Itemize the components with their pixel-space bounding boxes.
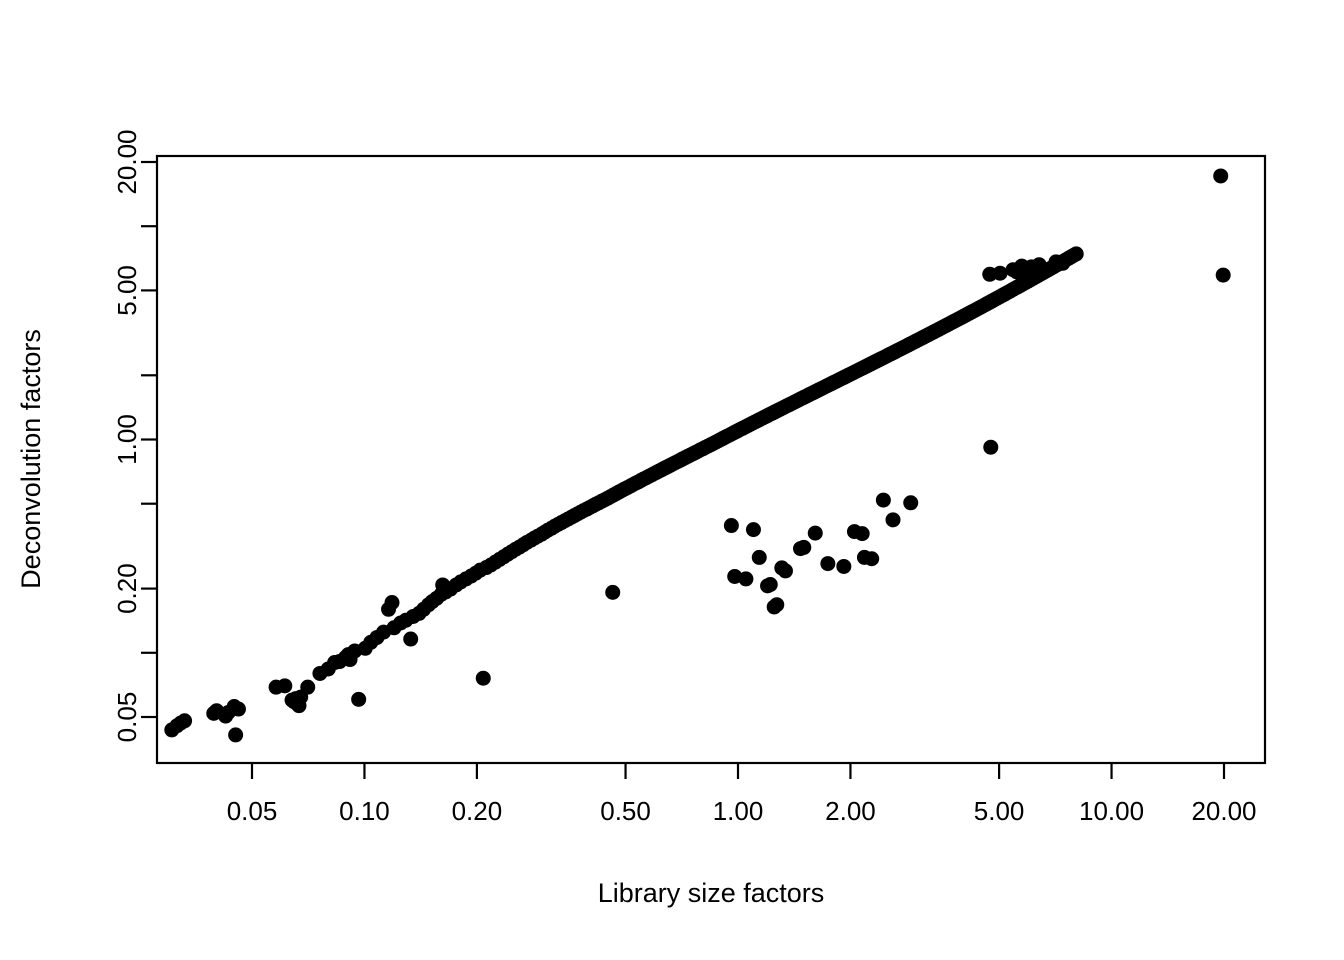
x-tick-label: 0.10 bbox=[339, 796, 390, 826]
data-point bbox=[983, 439, 999, 455]
data-point bbox=[605, 584, 621, 600]
data-point bbox=[751, 549, 767, 565]
data-point bbox=[723, 518, 739, 534]
plot-canvas: 0.05 0.10 0.20 0.50 1.00 2.00 5.00 10.00 20.00 0… bbox=[0, 0, 1344, 960]
data-point bbox=[351, 691, 367, 707]
data-point bbox=[1215, 267, 1231, 283]
y-tick-label: 20.00 bbox=[112, 129, 142, 194]
data-point bbox=[885, 512, 901, 528]
data-point bbox=[475, 670, 491, 686]
data-point bbox=[403, 631, 419, 647]
data-point bbox=[228, 727, 244, 743]
data-point bbox=[854, 526, 870, 542]
y-tick-label: 1.00 bbox=[112, 414, 142, 465]
y-axis-title: Deconvolution factors bbox=[16, 329, 46, 589]
data-point bbox=[903, 495, 919, 511]
x-tick-label: 1.00 bbox=[713, 796, 764, 826]
y-tick-label: 0.05 bbox=[112, 692, 142, 743]
data-point bbox=[836, 558, 852, 574]
x-tick-label: 5.00 bbox=[974, 796, 1025, 826]
data-point bbox=[777, 563, 793, 579]
x-axis-title: Library size factors bbox=[598, 878, 825, 908]
data-point bbox=[762, 577, 778, 593]
data-point bbox=[796, 539, 812, 555]
x-tick-label: 0.50 bbox=[600, 796, 651, 826]
y-tick-label: 5.00 bbox=[112, 265, 142, 316]
data-point bbox=[745, 522, 761, 538]
data-point bbox=[384, 595, 400, 611]
data-point bbox=[230, 701, 246, 717]
data-point bbox=[738, 571, 754, 587]
data-point bbox=[807, 525, 823, 541]
scatter-plot-figure: 0.05 0.10 0.20 0.50 1.00 2.00 5.00 10.00 20.00 0… bbox=[0, 0, 1344, 960]
x-tick-label: 10.00 bbox=[1079, 796, 1144, 826]
data-point bbox=[1068, 246, 1084, 262]
data-point bbox=[1213, 168, 1229, 184]
data-point bbox=[992, 265, 1008, 281]
x-tick-label: 0.20 bbox=[452, 796, 503, 826]
data-point bbox=[177, 713, 193, 729]
x-tick-label: 20.00 bbox=[1191, 796, 1256, 826]
x-axis-tick-labels: 0.05 0.10 0.20 0.50 1.00 2.00 5.00 10.00 20.00 bbox=[227, 796, 1257, 826]
data-point bbox=[1055, 255, 1071, 271]
x-tick-label: 0.05 bbox=[227, 796, 278, 826]
data-point bbox=[820, 556, 836, 572]
data-point bbox=[875, 492, 891, 508]
data-point bbox=[300, 679, 316, 695]
x-tick-label: 2.00 bbox=[825, 796, 876, 826]
data-point bbox=[769, 597, 785, 613]
data-point bbox=[277, 678, 293, 694]
data-point bbox=[864, 551, 880, 567]
y-tick-label: 0.20 bbox=[112, 563, 142, 614]
